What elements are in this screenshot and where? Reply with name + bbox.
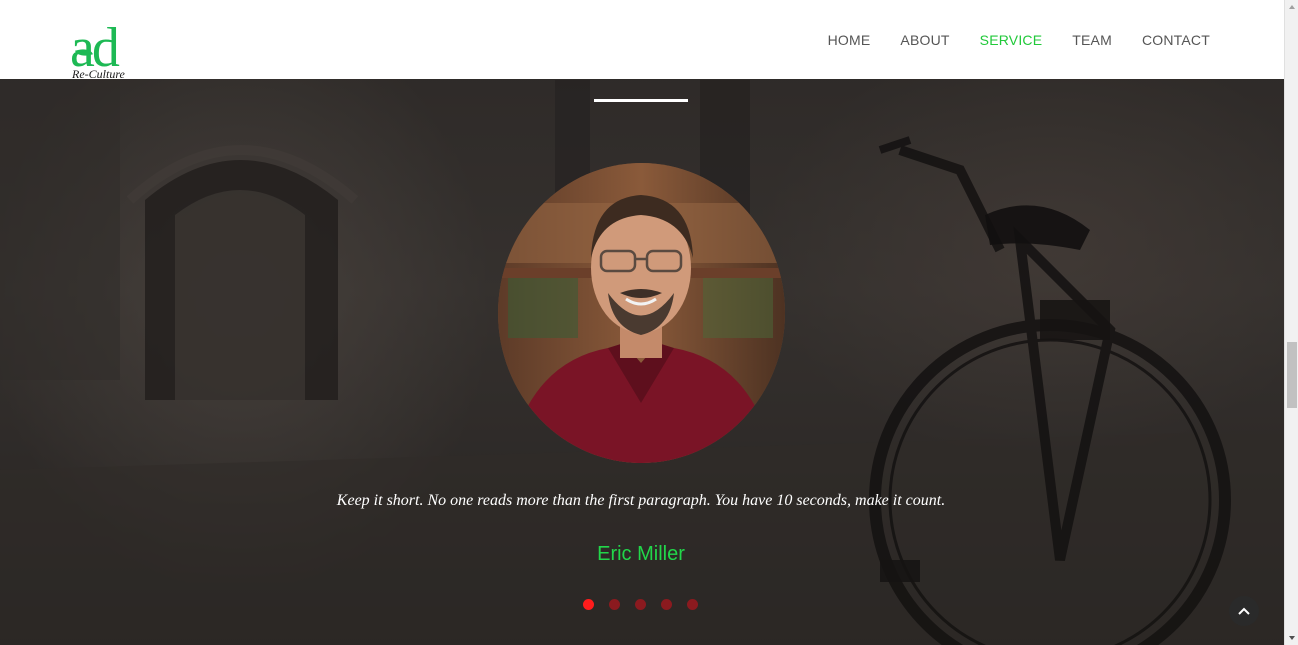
carousel-dot-2[interactable] xyxy=(609,599,620,610)
scroll-down-arrow-icon[interactable] xyxy=(1285,631,1298,645)
page: ad Re-Culture HOME ABOUT SERVICE TEAM CO… xyxy=(0,0,1298,645)
carousel-dot-1[interactable] xyxy=(583,599,594,610)
nav-about[interactable]: ABOUT xyxy=(900,32,949,48)
scroll-to-top-button[interactable] xyxy=(1229,596,1259,626)
chevron-up-icon xyxy=(1238,607,1250,615)
carousel-pagination xyxy=(583,599,713,610)
nav-service[interactable]: SERVICE xyxy=(980,32,1043,48)
nav-home[interactable]: HOME xyxy=(828,32,871,48)
vertical-scrollbar[interactable] xyxy=(1284,0,1298,645)
avatar xyxy=(498,163,785,463)
carousel-dot-3[interactable] xyxy=(635,599,646,610)
carousel-dot-4[interactable] xyxy=(661,599,672,610)
site-header: ad Re-Culture HOME ABOUT SERVICE TEAM CO… xyxy=(0,0,1284,82)
nav-team[interactable]: TEAM xyxy=(1072,32,1112,48)
testimonial-author: Eric Miller xyxy=(597,543,685,565)
logo-subtitle: Re-Culture xyxy=(72,67,125,81)
carousel-dot-5[interactable] xyxy=(687,599,698,610)
section-divider xyxy=(594,99,688,102)
nav-contact[interactable]: CONTACT xyxy=(1142,32,1210,48)
main-nav: HOME ABOUT SERVICE TEAM CONTACT xyxy=(798,0,1210,79)
scrollbar-thumb[interactable] xyxy=(1287,342,1297,408)
site-logo[interactable]: ad Re-Culture xyxy=(70,20,160,82)
testimonial-quote: Keep it short. No one reads more than th… xyxy=(336,492,946,509)
scroll-up-arrow-icon[interactable] xyxy=(1285,0,1298,14)
person-photo xyxy=(498,163,785,463)
